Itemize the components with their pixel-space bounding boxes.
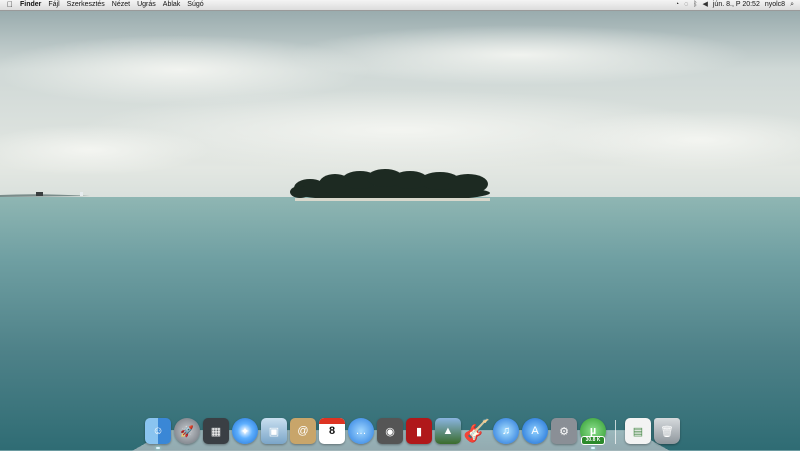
- app-store-icon[interactable]: A: [522, 418, 548, 444]
- spotlight-search-icon[interactable]: ⌕: [790, 0, 794, 10]
- menu-items: Finder Fájl Szerkesztés Nézet Ugrás Abla…: [20, 0, 204, 10]
- garageband-guitar-icon[interactable]: 🎸: [463, 418, 491, 444]
- trash-icon[interactable]: 🗑: [654, 418, 680, 444]
- status-area: ◔ ◌ ᛒ ◀ jún. 8., P 20:52 nyolc8 ⌕: [675, 0, 794, 10]
- running-indicator: [591, 447, 595, 449]
- safari-glyph: ✦: [240, 425, 250, 438]
- safari-compass-icon[interactable]: ✦: [232, 418, 258, 444]
- menu-help[interactable]: Súgó: [187, 0, 203, 10]
- menu-bar:  Finder Fájl Szerkesztés Nézet Ugrás Ab…: [0, 0, 800, 11]
- time-machine-icon[interactable]: ◔: [675, 0, 679, 10]
- utorrent-icon[interactable]: µ 30.8 K: [580, 418, 606, 449]
- finder-glyph: ☺: [152, 425, 164, 437]
- facetime-glyph: ◉: [385, 425, 395, 438]
- menu-window[interactable]: Ablak: [163, 0, 181, 10]
- document-stack-icon[interactable]: ▤: [625, 418, 651, 444]
- photobooth-glyph: ▮: [415, 425, 423, 438]
- preview-glyph: ▣: [268, 425, 280, 438]
- preview-icon[interactable]: ▣: [261, 418, 287, 444]
- user-menu[interactable]: nyolc8: [765, 0, 785, 10]
- clock[interactable]: jún. 8., P 20:52: [713, 0, 760, 10]
- contacts-glyph: @: [297, 425, 309, 437]
- launchpad-glyph: 🚀: [180, 425, 194, 438]
- sync-icon[interactable]: ◌: [684, 0, 688, 10]
- trash-glyph: 🗑: [660, 425, 674, 438]
- iphoto-icon[interactable]: ▲: [435, 418, 461, 444]
- menu-go[interactable]: Ugrás: [137, 0, 156, 10]
- menu-view[interactable]: Nézet: [112, 0, 130, 10]
- dock: ☺ 🚀 ▦ ✦ ▣ @ 8 … ◉ ▮ ▲ 🎸 ♫ A ⚙ µ 30.8 K ▤ …: [145, 414, 680, 449]
- menu-app-finder[interactable]: Finder: [20, 0, 41, 10]
- iphoto-glyph: ▲: [442, 425, 454, 437]
- itunes-note-icon[interactable]: ♫: [493, 418, 519, 444]
- address-book-icon[interactable]: @: [290, 418, 316, 444]
- sysprefs-glyph: ⚙: [559, 425, 569, 438]
- photo-booth-icon[interactable]: ▮: [406, 418, 432, 444]
- system-preferences-gear-icon[interactable]: ⚙: [551, 418, 577, 444]
- volume-icon[interactable]: ◀: [702, 0, 707, 10]
- desktop-wallpaper: [0, 0, 800, 450]
- ichat-glyph: …: [355, 425, 367, 437]
- ichat-bubble-icon[interactable]: …: [348, 418, 374, 444]
- calendar-icon[interactable]: 8: [319, 418, 345, 444]
- garageband-glyph: 🎸: [463, 418, 491, 443]
- menu-edit[interactable]: Szerkesztés: [67, 0, 105, 10]
- menu-file[interactable]: Fájl: [48, 0, 59, 10]
- dock-separator: [615, 420, 616, 444]
- launchpad-rocket-icon[interactable]: 🚀: [174, 418, 200, 444]
- document-glyph: ▤: [632, 425, 644, 438]
- calendar-day: 8: [328, 425, 336, 437]
- itunes-glyph: ♫: [501, 425, 511, 437]
- facetime-camera-icon[interactable]: ◉: [377, 418, 403, 444]
- dashboard-icon[interactable]: ▦: [203, 418, 229, 444]
- utorrent-speed-badge: 30.8 K: [581, 436, 605, 445]
- finder-icon[interactable]: ☺: [145, 418, 171, 449]
- bluetooth-icon[interactable]: ᛒ: [693, 0, 697, 10]
- calendar-header: [319, 418, 345, 424]
- dashboard-glyph: ▦: [210, 425, 222, 438]
- running-indicator: [156, 447, 160, 449]
- apple-logo-icon[interactable]: : [6, 0, 14, 10]
- appstore-glyph: A: [531, 425, 539, 437]
